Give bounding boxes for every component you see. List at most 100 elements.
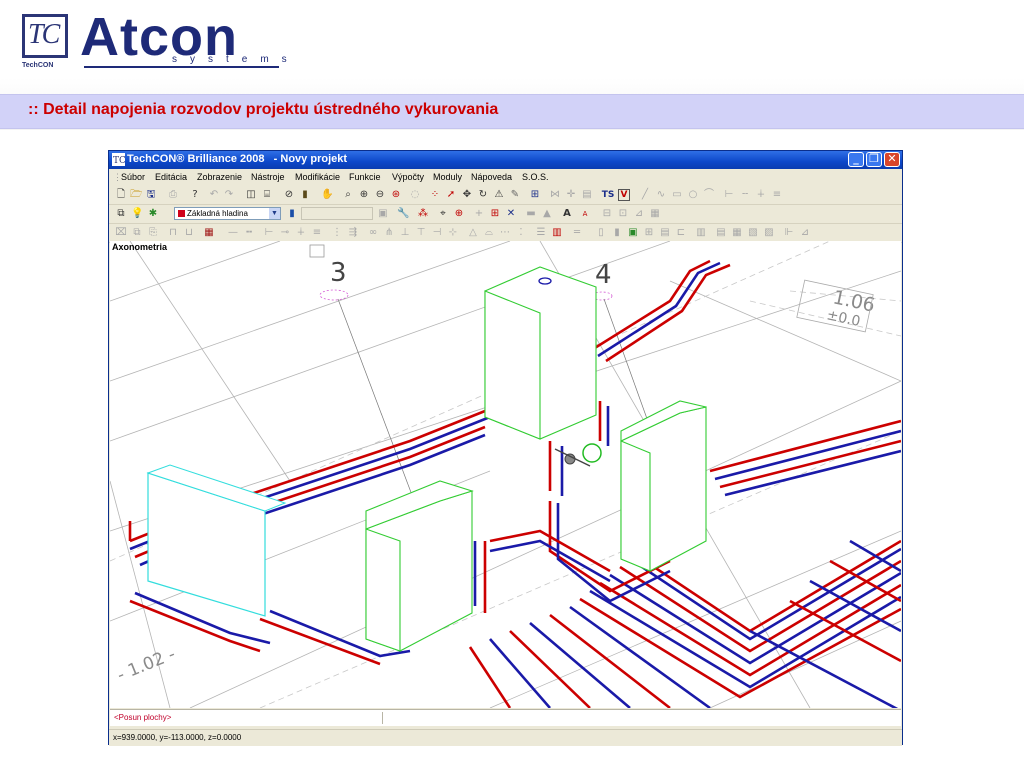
mirror-icon[interactable]: ⋈	[549, 189, 561, 201]
drawing-canvas[interactable]: 1.06 ±0.0 - 1.02 - 3 4 Axonometria	[110, 241, 901, 708]
hatch-icon[interactable]: ≡	[771, 189, 783, 201]
array-icon[interactable]: ⋮	[331, 227, 343, 239]
layer-book-icon[interactable]: ▮	[286, 208, 298, 220]
menu-item-zobrazenie[interactable]: Zobrazenie	[197, 172, 242, 182]
snap-icon[interactable]: ⁘	[429, 189, 441, 201]
valve-icon[interactable]: ⊞	[643, 227, 655, 239]
dash-line-icon[interactable]: ╌	[739, 189, 751, 201]
leader-icon[interactable]: ⊡	[617, 208, 629, 220]
table-icon[interactable]: ▤	[581, 189, 593, 201]
regenerate-icon[interactable]: ↻	[477, 189, 489, 201]
line-icon[interactable]: ╱	[639, 189, 651, 201]
rectangle-icon[interactable]: ▭	[671, 189, 683, 201]
settings-icon[interactable]: ▨	[763, 227, 775, 239]
floor-heating-icon[interactable]: ▥	[695, 227, 707, 239]
edit-text-icon[interactable]: ⊿	[633, 208, 645, 220]
layer-state-icon[interactable]: ✱	[147, 208, 159, 220]
zoom-in-icon[interactable]: ⊕	[358, 189, 370, 201]
roof-icon[interactable]: ▲	[541, 208, 553, 220]
menu-item-modifikacie[interactable]: Modifikácie	[295, 172, 340, 182]
zoom-previous-icon[interactable]: ◌	[409, 189, 421, 201]
triangle-icon[interactable]: △	[467, 227, 479, 239]
pipe-icon[interactable]: ═	[571, 227, 583, 239]
chevron-down-icon[interactable]: ▼	[269, 208, 280, 219]
measure-icon[interactable]: ⊿	[799, 227, 811, 239]
polyline-icon[interactable]: ∿	[655, 189, 667, 201]
tools-icon[interactable]: 🔧	[397, 208, 409, 220]
crosshair-icon[interactable]: ✛	[565, 189, 577, 201]
heating-module-icon[interactable]: ▥	[551, 227, 563, 239]
layer-manager-icon[interactable]: ▣	[377, 208, 389, 220]
plus-icon[interactable]: +	[473, 208, 485, 220]
export-icon[interactable]: ▧	[747, 227, 759, 239]
menu-item-funkcie[interactable]: Funkcie	[349, 172, 381, 182]
move-icon[interactable]: ✥	[461, 189, 473, 201]
warning-icon[interactable]: ⚠	[493, 189, 505, 201]
open-folder-icon[interactable]: 🗁	[130, 189, 142, 201]
pin-icon[interactable]: ⊩	[783, 227, 795, 239]
chain-icon[interactable]: ∞	[367, 227, 379, 239]
extend-icon[interactable]: ⊤	[415, 227, 427, 239]
fillet-icon[interactable]: ⌓	[483, 227, 495, 239]
cut-icon[interactable]: ⌧	[115, 227, 127, 239]
boiler-icon[interactable]: ▣	[627, 227, 639, 239]
maximize-button[interactable]: ❐	[866, 152, 882, 167]
block-icon[interactable]: ⊓	[167, 227, 179, 239]
ts-button[interactable]: TS	[601, 189, 615, 201]
copy-icon[interactable]: ⧉	[131, 227, 143, 239]
brush-icon[interactable]: ✎	[509, 189, 521, 201]
menu-item-vypocty[interactable]: Výpočty	[392, 172, 424, 182]
menu-item-napoveda[interactable]: Nápoveda	[471, 172, 512, 182]
offset-icon[interactable]: ⇶	[347, 227, 359, 239]
zoom-all-icon[interactable]: ⊛	[390, 189, 402, 201]
manifold-icon[interactable]: ▤	[659, 227, 671, 239]
new-file-icon[interactable]: 🗋	[115, 189, 127, 201]
dim-aligned-icon[interactable]: ⊸	[279, 227, 291, 239]
dim-list-icon[interactable]: ≡	[311, 227, 323, 239]
close-button[interactable]: ✕	[884, 152, 900, 167]
radiator-panel-icon[interactable]: ▮	[611, 227, 623, 239]
line-dashed-icon[interactable]: ╍	[243, 227, 255, 239]
minimize-button[interactable]: _	[848, 152, 864, 167]
block-edit-icon[interactable]: ⊔	[183, 227, 195, 239]
arc-icon[interactable]: ⌒	[703, 189, 715, 201]
report-icon[interactable]: ▦	[731, 227, 743, 239]
v-button[interactable]: V	[618, 189, 630, 201]
line-solid-icon[interactable]: —	[227, 227, 239, 239]
dim-linear-icon[interactable]: ⊢	[263, 227, 275, 239]
print-icon[interactable]: ⎙	[167, 189, 179, 201]
menu-item-nastroje[interactable]: Nástroje	[251, 172, 285, 182]
break-icon[interactable]: ⋔	[383, 227, 395, 239]
text-style-icon[interactable]: A	[579, 208, 591, 220]
target-icon[interactable]: ⌖	[437, 208, 449, 220]
style-select[interactable]	[301, 207, 373, 220]
attribute-icon[interactable]: ⊟	[601, 208, 613, 220]
table-insert-icon[interactable]: ▦	[649, 208, 661, 220]
save-icon[interactable]: 🖫	[145, 189, 157, 201]
radiator-icon[interactable]: ▯	[595, 227, 607, 239]
layout-icon[interactable]: ◫	[245, 189, 257, 201]
layers-icon[interactable]: ⧉	[115, 208, 127, 220]
paste-icon[interactable]: ⎘	[147, 227, 159, 239]
select-icon[interactable]: ➚	[445, 189, 457, 201]
calculator-icon[interactable]: ▦	[203, 227, 215, 239]
help-icon[interactable]: ?	[189, 189, 201, 201]
room-icon[interactable]: ▤	[715, 227, 727, 239]
circle-icon[interactable]: ○	[687, 189, 699, 201]
rotate-icon[interactable]: ⊹	[447, 227, 459, 239]
pan-hand-icon[interactable]: ✋	[321, 189, 333, 201]
dimension-icon[interactable]: ⊢	[723, 189, 735, 201]
grid-snap-icon[interactable]: ⊞	[529, 189, 541, 201]
chamfer-icon[interactable]: ⋯	[499, 227, 511, 239]
ortho-icon[interactable]: ✕	[505, 208, 517, 220]
text-icon[interactable]: A	[561, 208, 573, 220]
redo-icon[interactable]: ↷	[223, 189, 235, 201]
fitting-icon[interactable]: ⊏	[675, 227, 687, 239]
list-icon[interactable]: ☰	[535, 227, 547, 239]
zoom-out-icon[interactable]: ⊖	[374, 189, 386, 201]
undo-icon[interactable]: ↶	[208, 189, 220, 201]
stretch-icon[interactable]: ⊣	[431, 227, 443, 239]
stop-icon[interactable]: ⊘	[283, 189, 295, 201]
grid-dots-icon[interactable]: ⊞	[489, 208, 501, 220]
properties-icon[interactable]: ⌸	[261, 189, 273, 201]
